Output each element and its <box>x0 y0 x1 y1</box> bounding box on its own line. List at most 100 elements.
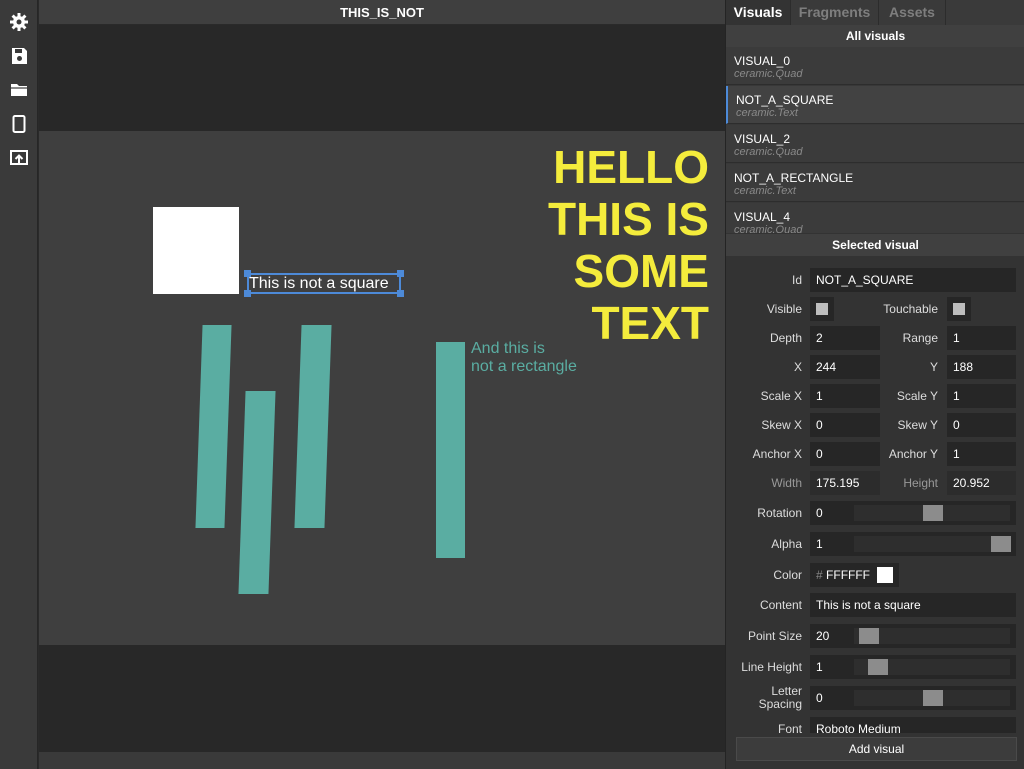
export-icon[interactable] <box>9 148 29 168</box>
font-select[interactable]: Roboto Medium <box>810 717 1016 733</box>
save-icon[interactable] <box>9 46 29 66</box>
depth-label: Depth <box>769 331 802 345</box>
color-hex: FFFFFF <box>826 568 871 582</box>
visual-name: VISUAL_2 <box>734 132 791 146</box>
visual-type: ceramic.Quad <box>734 224 803 233</box>
letterspacing-field[interactable]: 0 <box>810 686 854 710</box>
hash-prefix: # <box>816 568 823 582</box>
content-field[interactable]: This is not a square <box>810 593 1016 617</box>
anchorx-label: Anchor X <box>752 447 802 461</box>
lineheight-slider[interactable] <box>854 655 1016 679</box>
add-visual-button[interactable]: Add visual <box>736 737 1017 761</box>
touchable-label: Touchable <box>883 302 938 316</box>
alpha-slider[interactable] <box>854 532 1016 556</box>
slider-thumb[interactable] <box>868 659 888 675</box>
list-item[interactable]: NOT_A_RECTANGLE ceramic.Text <box>726 164 1024 202</box>
skewy-label: Skew Y <box>897 418 938 432</box>
range-field[interactable]: 1 <box>947 326 1016 350</box>
pointsize-field[interactable]: 20 <box>810 624 854 648</box>
letterspacing-label: Letter Spacing <box>726 685 802 711</box>
white-quad[interactable] <box>153 207 239 294</box>
tab-fragments[interactable]: Fragments <box>790 0 878 25</box>
text-line-2: not a rectangle <box>471 358 577 375</box>
scaley-field[interactable]: 1 <box>947 384 1016 408</box>
list-item-selected[interactable]: NOT_A_SQUARE ceramic.Text <box>726 86 1024 124</box>
rotation-field[interactable]: 0 <box>810 501 854 525</box>
properties-form: Id NOT_A_SQUARE Visible Touchable Depth … <box>726 257 1024 733</box>
lineheight-label: Line Height <box>741 660 802 674</box>
color-swatch[interactable] <box>877 567 893 583</box>
teal-quad-4[interactable] <box>436 342 465 558</box>
hello-line-2: THIS IS <box>547 193 709 245</box>
font-label: Font <box>777 722 802 733</box>
document-title: THIS_IS_NOT <box>39 0 725 25</box>
canvas-margin-top <box>39 25 725 131</box>
resize-handle-tr[interactable] <box>397 270 404 277</box>
canvas-margin-bottom <box>39 645 725 752</box>
scalex-label: Scale X <box>760 389 802 403</box>
rotation-label: Rotation <box>757 506 802 520</box>
device-icon[interactable] <box>9 114 29 134</box>
visual-type: ceramic.Quad <box>734 68 803 80</box>
visuals-list[interactable]: VISUAL_0 ceramic.Quad NOT_A_SQUARE ceram… <box>726 47 1024 233</box>
scene-canvas[interactable]: This is not a square And this is not a r… <box>39 131 725 645</box>
visual-name: VISUAL_0 <box>734 54 791 68</box>
hello-line-4: TEXT <box>591 297 709 349</box>
alpha-field[interactable]: 1 <box>810 532 854 556</box>
id-label: Id <box>791 273 802 287</box>
list-item[interactable]: VISUAL_0 ceramic.Quad <box>726 47 1024 85</box>
text-hello[interactable]: HELLO THIS IS SOME TEXT <box>548 141 709 349</box>
skewx-label: Skew X <box>761 418 802 432</box>
scaley-label: Scale Y <box>896 389 938 403</box>
gear-icon[interactable] <box>9 12 29 32</box>
tab-bar: Visuals Fragments Assets <box>726 0 1024 25</box>
slider-thumb[interactable] <box>859 628 879 644</box>
selected-visual-header: Selected visual <box>726 234 1024 256</box>
tab-visuals[interactable]: Visuals <box>726 0 790 25</box>
letterspacing-label-line2: Spacing <box>758 697 802 711</box>
anchory-label: Anchor Y <box>888 447 938 461</box>
id-field[interactable]: NOT_A_SQUARE <box>810 268 1016 292</box>
height-label: Height <box>903 476 938 490</box>
visual-name: NOT_A_RECTANGLE <box>734 171 854 185</box>
height-value: 20.952 <box>947 471 1016 495</box>
visual-name: VISUAL_4 <box>734 210 791 224</box>
visible-checkbox[interactable] <box>810 297 834 321</box>
lineheight-field[interactable]: 1 <box>810 655 854 679</box>
canvas-footer <box>39 752 725 769</box>
visual-type: ceramic.Text <box>734 185 796 197</box>
visual-type: ceramic.Text <box>736 107 798 119</box>
color-label: Color <box>773 568 802 582</box>
editor-window: THIS_IS_NOT This is not a square And thi… <box>0 0 1024 769</box>
teal-quad-3[interactable] <box>294 325 332 528</box>
list-item[interactable]: VISUAL_4 ceramic.Quad <box>726 203 1024 233</box>
teal-quad-1[interactable] <box>195 325 232 528</box>
list-item[interactable]: VISUAL_2 ceramic.Quad <box>726 125 1024 163</box>
range-label: Range <box>902 331 938 345</box>
slider-thumb[interactable] <box>923 505 943 521</box>
y-label: Y <box>929 360 938 374</box>
text-not-a-square[interactable]: This is not a square <box>249 273 389 294</box>
pointsize-label: Point Size <box>747 629 802 643</box>
tab-assets[interactable]: Assets <box>878 0 946 25</box>
touchable-checkbox[interactable] <box>947 297 971 321</box>
resize-handle-br[interactable] <box>397 290 404 297</box>
slider-thumb[interactable] <box>923 690 943 706</box>
all-visuals-header: All visuals <box>726 25 1024 47</box>
slider-thumb[interactable] <box>991 536 1011 552</box>
width-label: Width <box>771 476 802 490</box>
teal-quad-2[interactable] <box>238 391 276 594</box>
skewy-field[interactable]: 0 <box>947 413 1016 437</box>
visible-label: Visible <box>766 302 802 316</box>
left-toolbar <box>0 0 38 769</box>
slider-track <box>854 536 1010 552</box>
rotation-slider[interactable] <box>854 501 1016 525</box>
y-field[interactable]: 188 <box>947 355 1016 379</box>
alpha-label: Alpha <box>771 537 802 551</box>
hello-line-3: SOME <box>573 245 709 297</box>
letterspacing-slider[interactable] <box>854 686 1016 710</box>
folder-icon[interactable] <box>9 80 29 100</box>
anchory-field[interactable]: 1 <box>947 442 1016 466</box>
pointsize-slider[interactable] <box>854 624 1016 648</box>
content-label: Content <box>759 598 802 612</box>
